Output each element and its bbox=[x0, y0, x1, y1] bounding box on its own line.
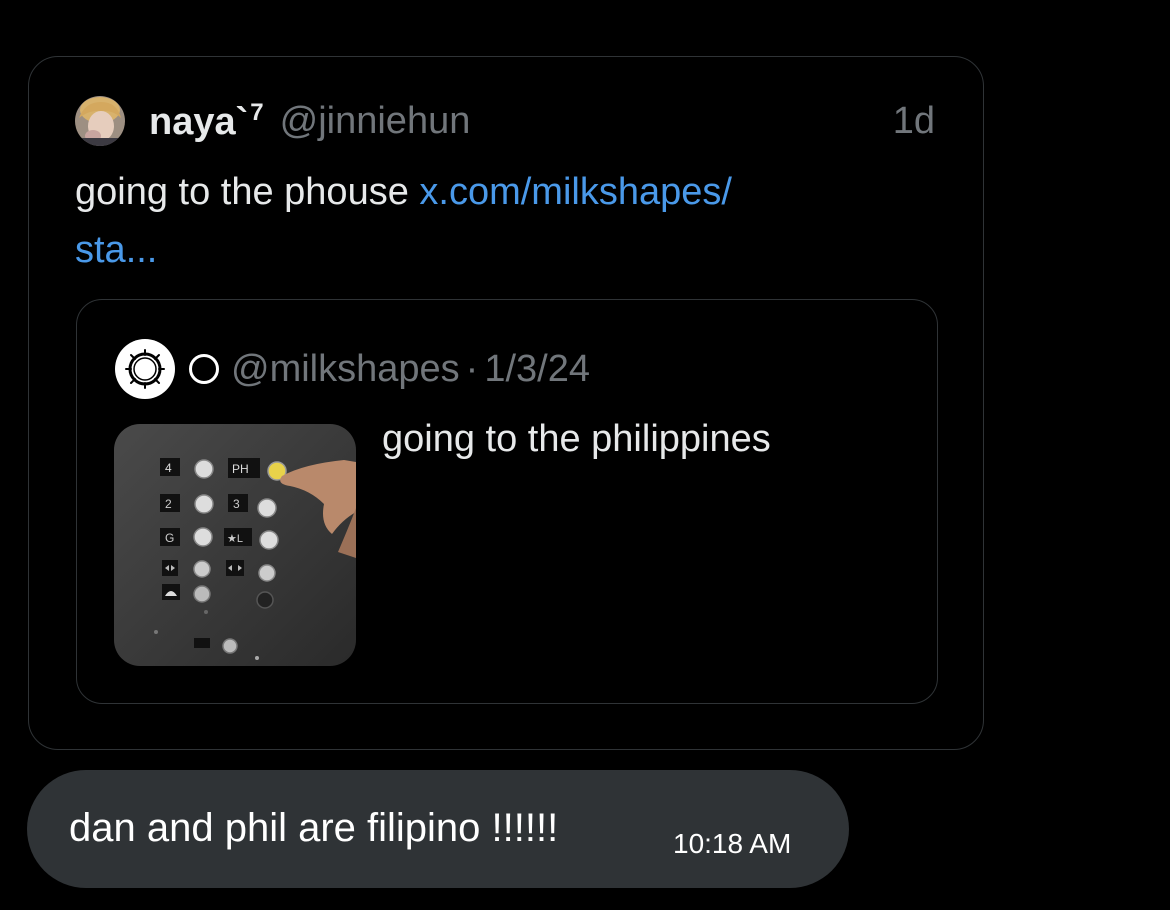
user-avatar[interactable] bbox=[75, 96, 125, 146]
floor-3-label: 3 bbox=[233, 497, 240, 511]
quoted-user-avatar[interactable] bbox=[115, 339, 175, 399]
separator-dot: · bbox=[465, 347, 479, 390]
quoted-post-date: 1/3/24 bbox=[484, 347, 590, 390]
dm-conversation: naya`7 @jinniehun 1d going to the phouse… bbox=[0, 0, 1170, 910]
quoted-user-handle: @milkshapes bbox=[231, 347, 460, 390]
floor-2-label: 2 bbox=[165, 497, 172, 511]
shared-post-card[interactable]: naya`7 @jinniehun 1d going to the phouse… bbox=[28, 56, 984, 750]
post-timestamp: 1d bbox=[892, 99, 935, 142]
floor-4-label: 4 bbox=[165, 461, 172, 475]
quoted-post-media[interactable]: 4 PH 2 3 G ★L bbox=[114, 424, 356, 666]
thorn-crown-icon bbox=[125, 349, 165, 389]
user-handle[interactable]: @jinniehun bbox=[280, 100, 471, 143]
post-body-text: going to the phouse bbox=[75, 171, 420, 213]
elevator-buttons-photo: 4 PH 2 3 G ★L bbox=[114, 424, 356, 666]
floor-l-label: ★L bbox=[227, 533, 243, 545]
quoted-post-header: @milkshapes · 1/3/24 bbox=[115, 338, 590, 400]
quoted-post-card[interactable]: @milkshapes · 1/3/24 4 PH 2 3 G ★L going… bbox=[76, 299, 938, 704]
message-bubble[interactable]: dan and phil are filipino !!!!!! 10:18 A… bbox=[27, 770, 849, 888]
quoted-post-text: going to the philippines bbox=[382, 418, 771, 460]
display-name-text: naya` bbox=[149, 100, 249, 143]
post-header: naya`7 @jinniehun 1d bbox=[75, 93, 935, 149]
display-name[interactable]: naya`7 bbox=[149, 99, 264, 144]
floor-ph-label: PH bbox=[232, 462, 249, 476]
post-text: going to the phouse x.com/milkshapes/sta… bbox=[75, 163, 915, 279]
avatar-image bbox=[75, 96, 125, 146]
floor-g-label: G bbox=[165, 531, 174, 545]
quoted-display-name-circle-icon bbox=[189, 354, 219, 384]
display-name-superscript: 7 bbox=[250, 98, 264, 126]
message-timestamp: 10:18 AM bbox=[673, 828, 792, 859]
post-link-line1: x.com/milkshapes/ bbox=[419, 171, 732, 213]
post-link-line2: sta... bbox=[75, 229, 158, 271]
message-text: dan and phil are filipino !!!!!! bbox=[69, 806, 559, 850]
